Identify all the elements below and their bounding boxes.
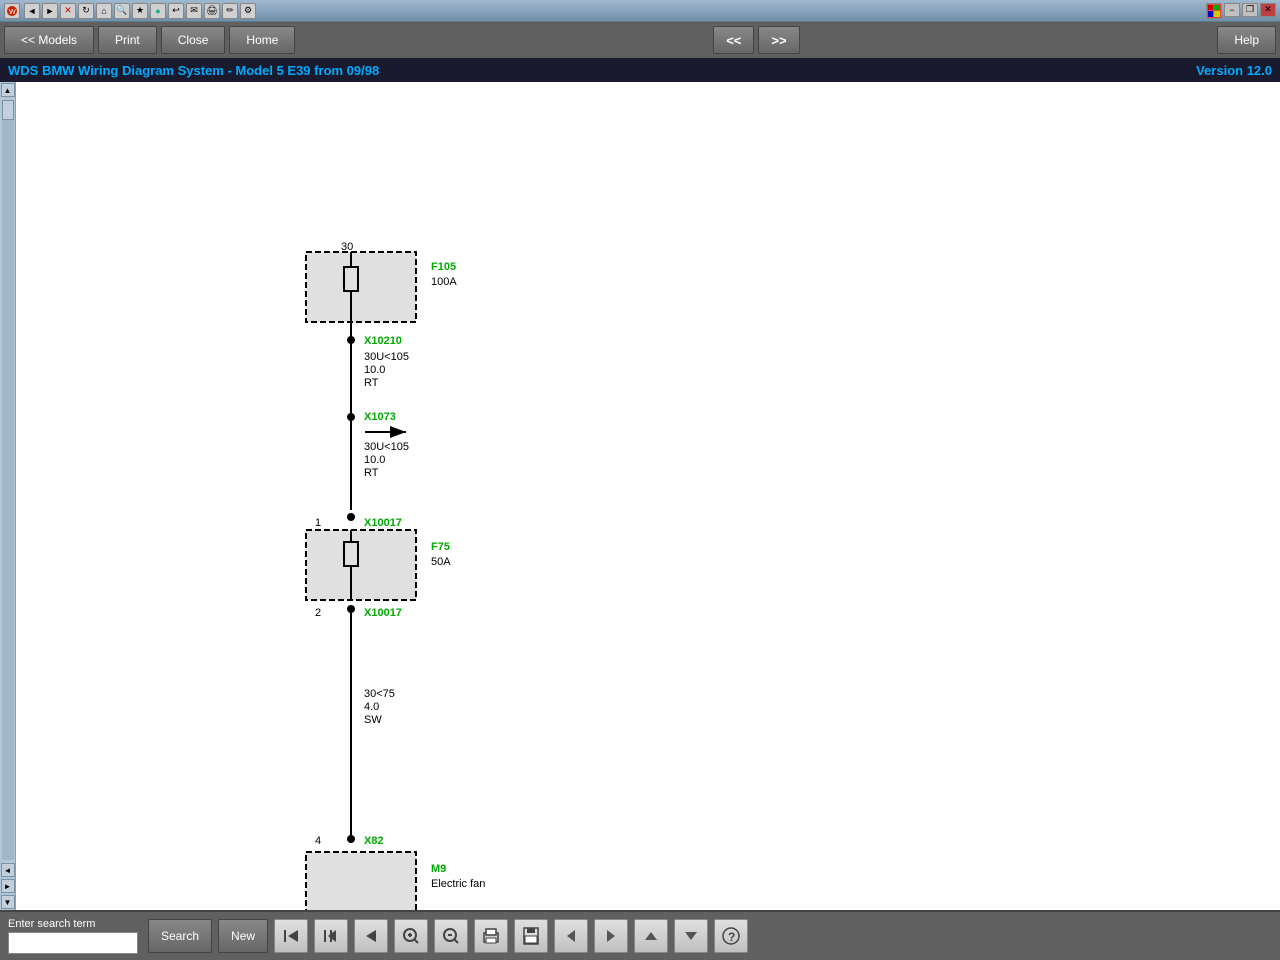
home-button[interactable]: Home xyxy=(229,26,295,54)
svg-text:30U<105: 30U<105 xyxy=(364,351,409,363)
help2-button[interactable]: ? xyxy=(714,919,748,953)
svg-text:4.0: 4.0 xyxy=(364,701,379,713)
svg-text:2: 2 xyxy=(315,607,321,619)
restore-button[interactable]: ❐ xyxy=(1242,3,1258,17)
media-icon[interactable]: ● xyxy=(150,3,166,19)
nav-right-button[interactable] xyxy=(594,919,628,953)
prev-button[interactable]: << xyxy=(713,26,754,54)
forward-icon[interactable]: ► xyxy=(42,3,58,19)
tools-icon[interactable]: ⚙ xyxy=(240,3,256,19)
titlebar-icons: ◄ ► ✕ ↻ ⌂ 🔍 ★ ● ↩ ✉ 🖨 ✏ ⚙ xyxy=(24,3,256,19)
edit-icon[interactable]: ✏ xyxy=(222,3,238,19)
search-button[interactable]: Search xyxy=(148,919,212,953)
nav-down-button[interactable] xyxy=(674,919,708,953)
zoom-out-button[interactable] xyxy=(434,919,468,953)
wiring-diagram-svg: 30 F105 100A X10210 30U<105 10.0 RT X xyxy=(16,82,1280,910)
window-controls: − ❐ ✕ xyxy=(1206,3,1276,19)
goto-prev-page-button[interactable] xyxy=(314,919,348,953)
search-section: Enter search term xyxy=(8,918,138,954)
next-button[interactable]: >> xyxy=(758,26,799,54)
svg-text:RT: RT xyxy=(364,467,379,479)
content-area: ▲ ◄ ► ▼ 30 F105 100A X1021 xyxy=(0,82,1280,910)
svg-text:X82: X82 xyxy=(364,835,384,847)
history-icon[interactable]: ↩ xyxy=(168,3,184,19)
start-icon[interactable]: W xyxy=(4,3,20,19)
search-small-icon[interactable]: 🔍 xyxy=(114,3,130,19)
print-small-icon[interactable]: 🖨 xyxy=(204,3,220,19)
minimize-button[interactable]: − xyxy=(1224,3,1240,17)
svg-text:RT: RT xyxy=(364,377,379,389)
back-icon[interactable]: ◄ xyxy=(24,3,40,19)
svg-text:W: W xyxy=(9,9,16,16)
home-nav-icon[interactable]: ⌂ xyxy=(96,3,112,19)
svg-text:F105: F105 xyxy=(431,261,456,273)
diagram-area: 30 F105 100A X10210 30U<105 10.0 RT X xyxy=(16,82,1280,910)
svg-text:1: 1 xyxy=(315,517,321,529)
svg-text:X1073: X1073 xyxy=(364,411,396,423)
titlebar: W ◄ ► ✕ ↻ ⌂ 🔍 ★ ● ↩ ✉ 🖨 ✏ ⚙ xyxy=(0,0,1280,22)
scroll-down[interactable]: ▼ xyxy=(1,895,15,909)
left-scrollbar[interactable]: ▲ ◄ ► ▼ xyxy=(0,82,16,910)
refresh-icon[interactable]: ↻ xyxy=(78,3,94,19)
svg-text:X10017: X10017 xyxy=(364,517,402,529)
search-label: Enter search term xyxy=(8,918,138,930)
titlebar-left: W ◄ ► ✕ ↻ ⌂ 🔍 ★ ● ↩ ✉ 🖨 ✏ ⚙ xyxy=(4,3,256,19)
svg-text:SW: SW xyxy=(364,714,382,726)
nav-up-button[interactable] xyxy=(634,919,668,953)
nav-left-button[interactable] xyxy=(554,919,588,953)
svg-text:M9: M9 xyxy=(431,863,446,875)
close-button[interactable]: Close xyxy=(161,26,226,54)
favorites-icon[interactable]: ★ xyxy=(132,3,148,19)
statusbar: Enter search term Search New xyxy=(0,910,1280,960)
svg-text:Electric fan: Electric fan xyxy=(431,878,485,890)
svg-text:30<75: 30<75 xyxy=(364,688,395,700)
windows-icon[interactable] xyxy=(1206,3,1222,19)
svg-text:30: 30 xyxy=(341,241,353,253)
svg-text:100A: 100A xyxy=(431,276,457,288)
svg-text:30U<105: 30U<105 xyxy=(364,441,409,453)
scroll-right[interactable]: ► xyxy=(1,879,15,893)
diagram-title: WDS BMW Wiring Diagram System - Model 5 … xyxy=(8,63,379,78)
scroll-thumb[interactable] xyxy=(2,100,14,120)
scroll-left[interactable]: ◄ xyxy=(1,863,15,877)
new-button[interactable]: New xyxy=(218,919,268,953)
svg-text:X10017: X10017 xyxy=(364,607,402,619)
svg-text:10.0: 10.0 xyxy=(364,454,385,466)
goto-start-button[interactable] xyxy=(274,919,308,953)
scroll-up[interactable]: ▲ xyxy=(1,83,15,97)
print2-button[interactable] xyxy=(474,919,508,953)
save-button[interactable] xyxy=(514,919,548,953)
zoom-in-button[interactable] xyxy=(394,919,428,953)
models-button[interactable]: << Models xyxy=(4,26,94,54)
help-button[interactable]: Help xyxy=(1217,26,1276,54)
prev-page-button[interactable] xyxy=(354,919,388,953)
version-label: Version 12.0 xyxy=(1196,63,1272,78)
svg-text:F75: F75 xyxy=(431,541,450,553)
svg-text:10.0: 10.0 xyxy=(364,364,385,376)
mail-icon[interactable]: ✉ xyxy=(186,3,202,19)
svg-text:X10210: X10210 xyxy=(364,335,402,347)
svg-text:4: 4 xyxy=(315,835,321,847)
search-input[interactable] xyxy=(8,932,138,954)
close-button[interactable]: ✕ xyxy=(1260,3,1276,17)
scroll-track[interactable] xyxy=(2,100,14,860)
svg-text:50A: 50A xyxy=(431,556,451,568)
infobar: WDS BMW Wiring Diagram System - Model 5 … xyxy=(0,58,1280,82)
stop-icon[interactable]: ✕ xyxy=(60,3,76,19)
main-toolbar: << Models Print Close Home << >> Help xyxy=(0,22,1280,58)
print-button[interactable]: Print xyxy=(98,26,157,54)
svg-text:?: ? xyxy=(728,930,735,944)
